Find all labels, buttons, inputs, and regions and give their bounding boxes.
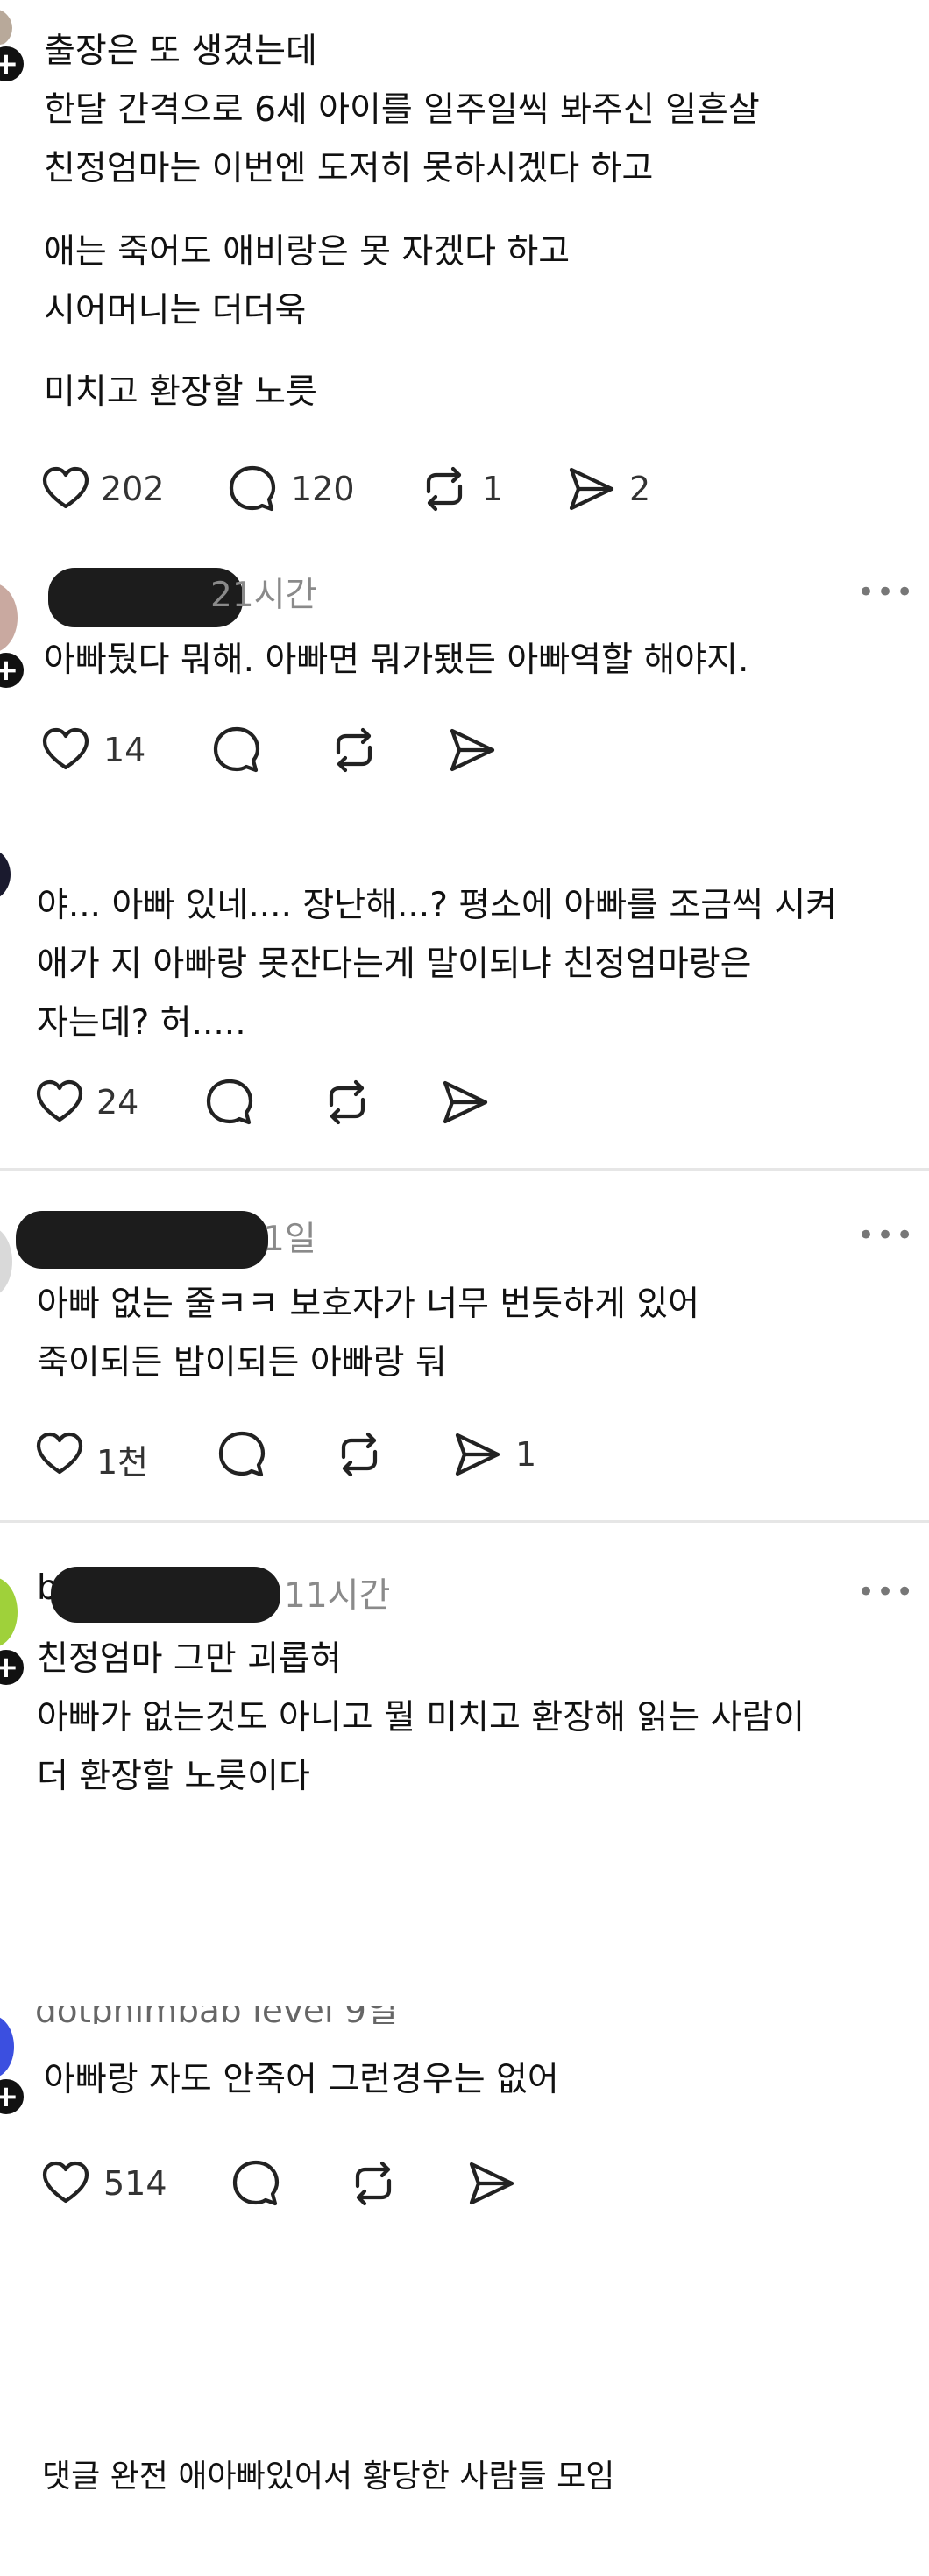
repost-icon[interactable] — [347, 2157, 400, 2210]
comment-time: 1일 — [263, 1220, 316, 1259]
comment-icon[interactable] — [203, 1076, 256, 1129]
cropped-username: dotphimbab level 9일 — [35, 2006, 561, 2024]
comment-icon[interactable] — [230, 2157, 282, 2210]
repost-icon[interactable] — [333, 1428, 386, 1481]
like-count: 24 — [96, 1083, 139, 1122]
comment-icon[interactable] — [210, 724, 263, 776]
avatar[interactable] — [0, 1227, 12, 1297]
follow-plus-button[interactable]: + — [0, 650, 26, 690]
avatar[interactable] — [0, 1577, 18, 1647]
divider — [0, 1168, 929, 1171]
more-options-button[interactable]: ••• — [857, 575, 915, 610]
repost-icon[interactable] — [418, 463, 471, 515]
share-count: 2 — [629, 470, 651, 508]
like-count: 14 — [103, 731, 146, 769]
redacted-username — [16, 1211, 268, 1269]
more-options-button[interactable]: ••• — [857, 1218, 915, 1253]
comment-text-line: 아빠랑 자도 안죽어 그런경우는 없어 — [44, 2060, 559, 2099]
avatar[interactable] — [0, 848, 11, 901]
share-icon[interactable] — [464, 2157, 517, 2210]
avatar[interactable] — [0, 2015, 14, 2078]
comment-text-line: 친정엄마 그만 괴롭혀 — [37, 1639, 342, 1679]
heart-icon[interactable] — [39, 463, 92, 515]
heart-icon[interactable] — [39, 2157, 92, 2210]
like-count: 1천 — [96, 1443, 149, 1482]
comment-text-line: 야... 아빠 있네.... 장난해...? 평소에 아빠를 조금씩 시켜 — [37, 886, 838, 925]
like-count: 202 — [101, 470, 165, 508]
comment-text-line: 더 환장할 노릇이다 — [37, 1757, 310, 1796]
comment-time: 11시간 — [284, 1576, 391, 1616]
cropped-header: dotphimbab level 9일 — [35, 2006, 561, 2024]
heart-icon[interactable] — [33, 1428, 86, 1481]
repost-icon[interactable] — [328, 724, 380, 776]
share-icon[interactable] — [438, 1076, 491, 1129]
comment-text-line: 아빠 없는 줄ㅋㅋ 보호자가 너무 번듯하게 있어 — [37, 1284, 700, 1324]
comment-text-line: 죽이되든 밥이되든 아빠랑 둬 — [37, 1343, 447, 1383]
share-icon[interactable] — [450, 1428, 503, 1481]
post-text-line: 출장은 또 생겼는데 — [44, 32, 317, 71]
heart-icon[interactable] — [39, 724, 92, 776]
share-icon[interactable] — [445, 724, 498, 776]
comment-text-line: 자는데? 허..... — [37, 1003, 246, 1043]
like-count: 514 — [103, 2164, 167, 2203]
post-text-line: 시어머니는 더더욱 — [44, 291, 307, 330]
more-options-button[interactable]: ••• — [857, 1575, 915, 1610]
avatar[interactable] — [0, 9, 12, 47]
share-icon[interactable] — [564, 463, 617, 515]
post-text-line: 애는 죽어도 애비랑은 못 자겠다 하고 — [44, 232, 571, 272]
comment-text-line: 아빠가 없는것도 아니고 뭘 미치고 환장해 읽는 사람이 — [37, 1698, 805, 1737]
follow-plus-button[interactable]: + — [0, 2077, 26, 2117]
avatar[interactable] — [0, 583, 18, 653]
follow-plus-button[interactable]: + — [0, 1647, 26, 1688]
post-text-line: 한달 간격으로 6세 아이를 일주일씩 봐주신 일흔살 — [44, 90, 760, 130]
repost-count: 1 — [482, 470, 504, 508]
caption-text: 댓글 완전 애아빠있어서 황당한 사람들 모임 — [42, 2459, 615, 2495]
redacted-username — [51, 1567, 280, 1623]
share-count: 1 — [515, 1435, 537, 1474]
comment-text-line: 애가 지 아빠랑 못잔다는게 말이되냐 친정엄마랑은 — [37, 945, 752, 984]
reply-count: 120 — [291, 470, 355, 508]
follow-plus-button[interactable]: + — [0, 44, 26, 84]
post-text-line: 친정엄마는 이번엔 도저히 못하시겠다 하고 — [44, 149, 654, 188]
comment-text-line: 아빠뒀다 뭐해. 아빠면 뭐가됐든 아빠역할 해야지. — [44, 640, 749, 680]
repost-icon[interactable] — [321, 1076, 373, 1129]
post-text-line: 미치고 환장할 노릇 — [44, 372, 317, 412]
divider — [0, 1520, 929, 1523]
heart-icon[interactable] — [33, 1076, 86, 1129]
comment-icon[interactable] — [216, 1428, 268, 1481]
comment-time: 21시간 — [210, 576, 317, 615]
comment-icon[interactable] — [226, 463, 279, 515]
